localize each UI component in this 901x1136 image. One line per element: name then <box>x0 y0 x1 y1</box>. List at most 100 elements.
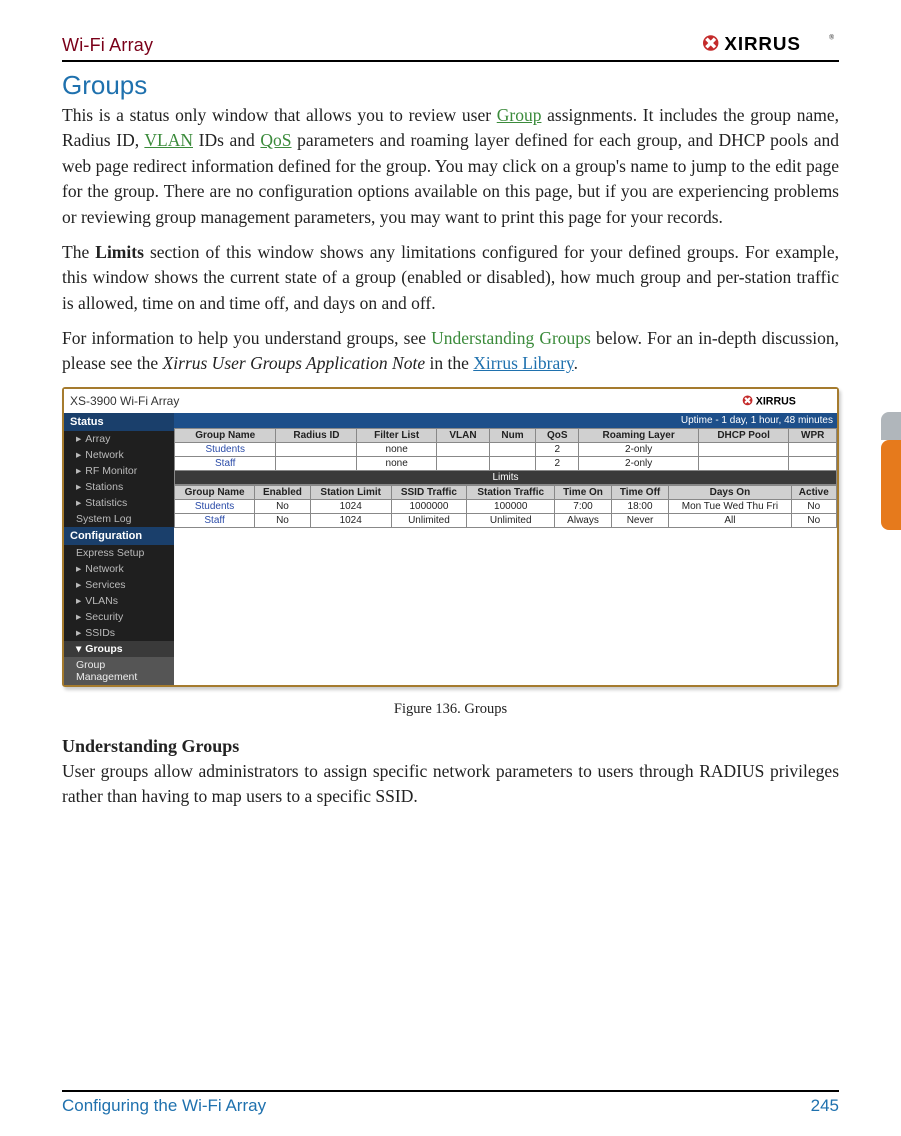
cell: none <box>357 442 436 456</box>
chevron-down-icon: ▾ <box>76 643 81 655</box>
chevron-right-icon: ▸ <box>76 465 81 477</box>
cell: 2-only <box>579 442 698 456</box>
col-group-name: Group Name <box>175 428 276 442</box>
chevron-right-icon: ▸ <box>76 563 81 575</box>
cell: Never <box>611 513 668 527</box>
table-row: Students No 1024 1000000 100000 7:00 18:… <box>175 499 837 513</box>
sidebar-item-statistics[interactable]: ▸Statistics <box>64 495 174 511</box>
groups-table: Group Name Radius ID Filter List VLAN Nu… <box>174 428 837 485</box>
sidebar-section-status[interactable]: Status <box>64 413 174 431</box>
cell <box>490 442 536 456</box>
cell: 2 <box>536 456 579 470</box>
cell <box>436 456 489 470</box>
sidebar-item-array[interactable]: ▸Array <box>64 431 174 447</box>
cell: 1000000 <box>391 499 467 513</box>
cell: No <box>255 513 311 527</box>
admin-sidebar: Status ▸Array ▸Network ▸RF Monitor ▸Stat… <box>64 413 174 685</box>
table-row: Students none 2 2-only <box>175 442 837 456</box>
sidebar-item-security[interactable]: ▸Security <box>64 609 174 625</box>
chevron-right-icon: ▸ <box>76 627 81 639</box>
brand-logo: XIRRUS ® <box>699 30 839 56</box>
limits-staff-link[interactable]: Staff <box>175 513 255 527</box>
xirrus-library-link[interactable]: Xirrus Library <box>473 353 573 373</box>
table-header-row: Group Name Radius ID Filter List VLAN Nu… <box>175 428 837 442</box>
cell <box>276 442 357 456</box>
paragraph-understanding-ref: For information to help you understand g… <box>62 326 839 377</box>
qos-link[interactable]: QoS <box>260 130 291 150</box>
uptime-bar: Uptime - 1 day, 1 hour, 48 minutes <box>174 413 837 428</box>
figure-caption: Figure 136. Groups <box>62 701 839 718</box>
cell: No <box>791 499 836 513</box>
chevron-right-icon: ▸ <box>76 611 81 623</box>
cell: No <box>791 513 836 527</box>
sidebar-item-network-status[interactable]: ▸Network <box>64 447 174 463</box>
chevron-right-icon: ▸ <box>76 595 81 607</box>
paragraph-understanding: User groups allow administrators to assi… <box>62 759 839 810</box>
page-side-tab-orange <box>881 440 901 530</box>
sidebar-section-configuration[interactable]: Configuration <box>64 527 174 545</box>
col-time-off: Time Off <box>611 485 668 499</box>
col-group-name: Group Name <box>175 485 255 499</box>
group-link[interactable]: Group <box>497 105 542 125</box>
cell: Unlimited <box>391 513 467 527</box>
cell: Unlimited <box>467 513 555 527</box>
chevron-right-icon: ▸ <box>76 433 81 445</box>
paragraph-limits: The Limits section of this window shows … <box>62 240 839 316</box>
col-ssid-traffic: SSID Traffic <box>391 485 467 499</box>
cell: 7:00 <box>555 499 612 513</box>
cell <box>698 456 789 470</box>
svg-text:XIRRUS: XIRRUS <box>756 395 796 407</box>
sidebar-item-group-management[interactable]: Group Management <box>64 657 174 685</box>
subsection-heading: Understanding Groups <box>62 736 839 757</box>
col-wpr: WPR <box>789 428 837 442</box>
col-active: Active <box>791 485 836 499</box>
cell <box>789 442 837 456</box>
page-side-tab-grey <box>881 412 901 440</box>
cell: 2 <box>536 442 579 456</box>
figure-groups-screenshot: XS-3900 Wi-Fi Array XIRRUS Status ▸Array… <box>62 387 839 687</box>
limits-table: Group Name Enabled Station Limit SSID Tr… <box>174 485 837 528</box>
col-radius-id: Radius ID <box>276 428 357 442</box>
cell: 100000 <box>467 499 555 513</box>
cell: 1024 <box>310 499 391 513</box>
col-dhcp-pool: DHCP Pool <box>698 428 789 442</box>
understanding-groups-link[interactable]: Understanding Groups <box>431 328 591 348</box>
limits-students-link[interactable]: Students <box>175 499 255 513</box>
sidebar-item-stations[interactable]: ▸Stations <box>64 479 174 495</box>
sidebar-item-services[interactable]: ▸Services <box>64 577 174 593</box>
sidebar-item-groups[interactable]: ▾Groups <box>64 641 174 657</box>
cell: none <box>357 456 436 470</box>
chevron-right-icon: ▸ <box>76 579 81 591</box>
sidebar-item-vlans[interactable]: ▸VLANs <box>64 593 174 609</box>
col-filter-list: Filter List <box>357 428 436 442</box>
cell: 2-only <box>579 456 698 470</box>
cell <box>276 456 357 470</box>
svg-text:®: ® <box>829 35 834 42</box>
cell <box>698 442 789 456</box>
vlan-link[interactable]: VLAN <box>144 130 193 150</box>
table-row: Staff No 1024 Unlimited Unlimited Always… <box>175 513 837 527</box>
chevron-right-icon: ▸ <box>76 497 81 509</box>
col-enabled: Enabled <box>255 485 311 499</box>
table-header-row: Group Name Enabled Station Limit SSID Tr… <box>175 485 837 499</box>
group-staff-link[interactable]: Staff <box>175 456 276 470</box>
cell <box>789 456 837 470</box>
chevron-right-icon: ▸ <box>76 449 81 461</box>
section-heading: Groups <box>62 70 839 101</box>
sidebar-item-network[interactable]: ▸Network <box>64 561 174 577</box>
col-time-on: Time On <box>555 485 612 499</box>
header-product: Wi-Fi Array <box>62 35 153 56</box>
sidebar-item-system-log[interactable]: System Log <box>64 511 174 527</box>
cell <box>490 456 536 470</box>
brand-logo-text: XIRRUS <box>724 33 800 54</box>
cell: Always <box>555 513 612 527</box>
screenshot-brand-logo: XIRRUS <box>741 393 831 409</box>
group-students-link[interactable]: Students <box>175 442 276 456</box>
sidebar-item-express-setup[interactable]: Express Setup <box>64 545 174 561</box>
chevron-right-icon: ▸ <box>76 481 81 493</box>
cell: All <box>669 513 791 527</box>
sidebar-item-rf-monitor[interactable]: ▸RF Monitor <box>64 463 174 479</box>
device-title: XS-3900 Wi-Fi Array <box>70 394 179 408</box>
cell: 1024 <box>310 513 391 527</box>
sidebar-item-ssids[interactable]: ▸SSIDs <box>64 625 174 641</box>
